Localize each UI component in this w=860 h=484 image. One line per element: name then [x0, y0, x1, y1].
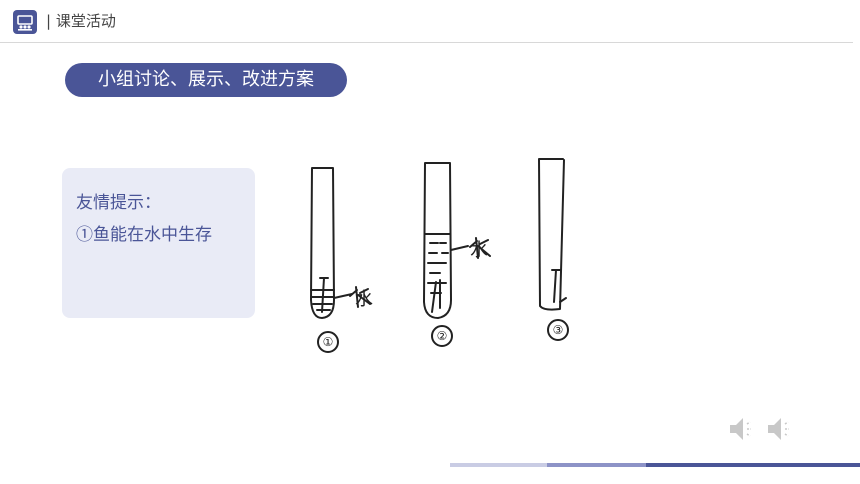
tube-1-number: ①: [323, 335, 334, 349]
decor-bar-1: [450, 463, 547, 467]
decor-bar-3: [646, 463, 860, 467]
speaker-icon[interactable]: [764, 413, 796, 445]
test-tube-1: [310, 167, 371, 353]
tube-2-label: 水: [470, 240, 488, 261]
speaker-icon[interactable]: [726, 413, 758, 445]
decor-bar-2: [547, 463, 646, 467]
tube-1-label: 水: [355, 289, 373, 310]
test-tube-sketch: ① ② ③ 水 水: [310, 158, 569, 353]
tube-3-number: ③: [553, 323, 564, 337]
test-tube-3: [538, 158, 569, 341]
tube-2-number: ②: [437, 329, 448, 343]
